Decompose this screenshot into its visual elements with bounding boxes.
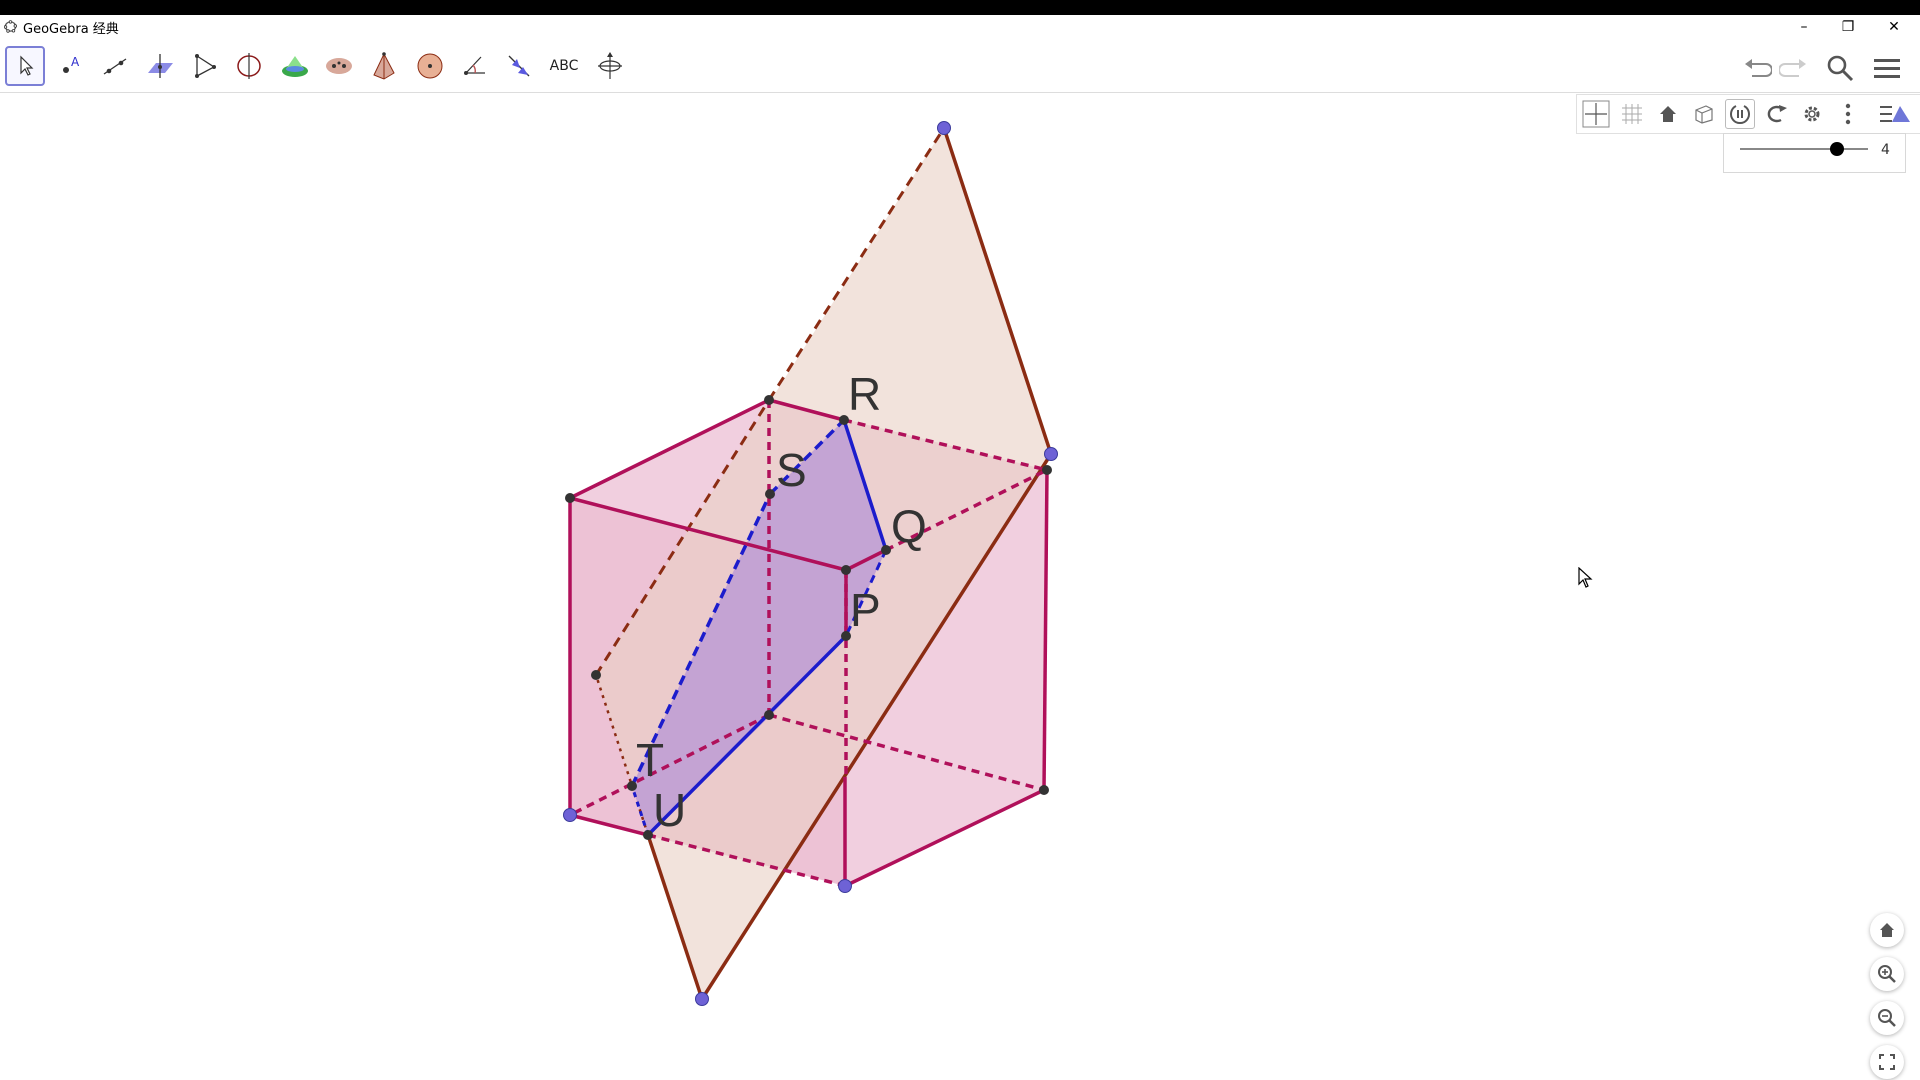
point-tool-button[interactable]: A — [51, 46, 91, 86]
angle-tool-button[interactable] — [454, 46, 494, 86]
sphere-tool-icon — [417, 53, 443, 79]
label-T: T — [636, 734, 664, 786]
redo-icon — [1779, 59, 1806, 77]
toolbar: A ABC — [0, 38, 1920, 93]
search-button[interactable] — [1824, 52, 1856, 84]
label-P: P — [850, 584, 881, 636]
perpendicular-tool-icon — [148, 54, 173, 78]
zoom-out-button[interactable] — [1870, 1001, 1904, 1035]
home-view-button[interactable] — [1870, 913, 1904, 947]
plane-vertex-right[interactable] — [1044, 447, 1058, 461]
label-Q: Q — [891, 500, 927, 552]
rotate-view-tool-button[interactable] — [590, 46, 630, 86]
plane-vertex-top[interactable] — [937, 121, 951, 135]
rotate-view-tool-icon — [598, 52, 622, 79]
window-titlebar: GeoGebra 经典 – ❐ ✕ — [0, 15, 1920, 38]
home-view-icon — [1880, 923, 1894, 937]
screen-top-bar — [0, 0, 1920, 15]
pyramid-tool-button[interactable] — [364, 46, 404, 86]
reflect-tool-icon — [508, 55, 530, 77]
text-tool-button[interactable]: ABC — [544, 46, 584, 86]
undo-icon — [1745, 59, 1772, 77]
line-tool-icon — [103, 58, 127, 75]
polygon-tool-button[interactable] — [185, 46, 225, 86]
cube-vertex-blue[interactable] — [563, 808, 577, 822]
text-tool-label: ABC — [549, 58, 579, 74]
graphics-3d-view[interactable]: R S Q P T U — [0, 93, 1920, 1080]
perpendicular-tool-button[interactable] — [140, 46, 180, 86]
fullscreen-icon — [1879, 1054, 1895, 1070]
polygon-tool-icon — [195, 54, 216, 78]
plane-tool-button[interactable] — [275, 46, 315, 86]
zoom-in-button[interactable] — [1870, 957, 1904, 991]
maximize-button[interactable]: ❐ — [1826, 15, 1870, 38]
cube-vertex-blue[interactable] — [838, 879, 852, 893]
move-tool-icon — [20, 55, 34, 76]
zoom-in-icon — [1878, 965, 1896, 983]
pyramid-tool-icon — [373, 52, 395, 80]
move-tool-button[interactable] — [5, 46, 45, 86]
angle-tool-icon — [464, 56, 485, 75]
plane-tool-icon — [282, 56, 308, 77]
minimize-button[interactable]: – — [1782, 15, 1826, 38]
point-tool-icon: A — [63, 55, 80, 73]
close-button[interactable]: ✕ — [1872, 15, 1916, 38]
line-tool-button[interactable] — [95, 46, 135, 86]
search-icon — [1827, 55, 1854, 82]
window-title: GeoGebra 经典 — [23, 22, 119, 37]
menu-button[interactable] — [1871, 52, 1903, 84]
undo-button[interactable] — [1741, 52, 1773, 84]
redo-button[interactable] — [1778, 52, 1810, 84]
circle-axis-tool-button[interactable] — [229, 46, 269, 86]
intersect-tool-button[interactable] — [319, 46, 359, 86]
mouse-cursor-icon — [1578, 567, 1593, 588]
menu-icon — [1874, 59, 1900, 78]
fullscreen-button[interactable] — [1870, 1045, 1904, 1079]
svg-text:A: A — [71, 55, 80, 69]
label-U: U — [653, 784, 686, 836]
intersect-tool-icon — [326, 58, 352, 74]
label-R: R — [848, 368, 881, 420]
circle-axis-tool-icon — [237, 53, 261, 79]
plane-vertex-bottom[interactable] — [695, 992, 709, 1006]
sphere-tool-button[interactable] — [410, 46, 450, 86]
geogebra-logo-icon — [4, 20, 17, 33]
reflect-tool-button[interactable] — [499, 46, 539, 86]
zoom-out-icon — [1878, 1009, 1896, 1027]
label-S: S — [776, 444, 807, 496]
